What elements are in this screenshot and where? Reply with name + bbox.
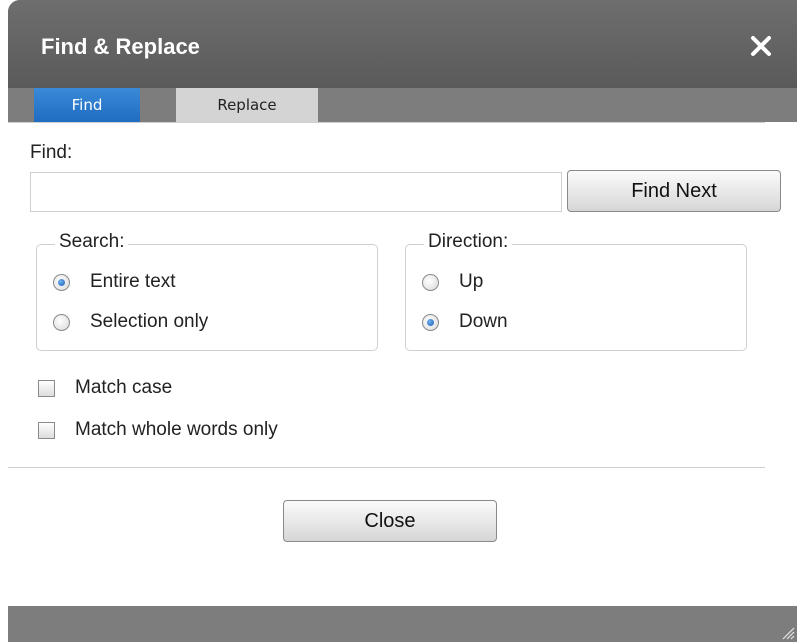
radio-label: Down (459, 311, 508, 332)
dialog-titlebar[interactable]: Find & Replace (8, 0, 797, 88)
radio-selection-only[interactable]: Selection only (53, 308, 208, 336)
radio-button[interactable] (53, 313, 70, 331)
radio-label: Selection only (90, 311, 209, 332)
tab-find[interactable]: Find (34, 88, 140, 122)
radio-down[interactable]: Down (422, 308, 508, 336)
checkbox[interactable] (38, 421, 55, 439)
find-panel: Find: Find Next Search: Entire text Sele… (8, 122, 797, 606)
footer-divider (8, 467, 765, 468)
radio-button[interactable] (422, 273, 439, 291)
radio-up[interactable]: Up (422, 268, 483, 296)
direction-group: Direction: Up Down (405, 231, 747, 351)
close-icon[interactable] (747, 32, 775, 60)
match-case-checkbox[interactable]: Match case (38, 374, 172, 402)
find-next-button[interactable]: Find Next (567, 170, 781, 212)
close-button[interactable]: Close (283, 500, 497, 542)
checkbox[interactable] (38, 379, 55, 397)
find-replace-dialog: Find & Replace Find Replace Find: Find N… (8, 0, 797, 642)
tab-divider (8, 122, 765, 123)
dialog-title: Find & Replace (41, 34, 200, 59)
resize-grip-icon[interactable] (781, 626, 795, 640)
checkbox-label: Match case (75, 377, 173, 398)
find-label: Find: (30, 142, 73, 163)
radio-label: Entire text (90, 271, 176, 292)
find-input[interactable] (30, 172, 562, 212)
direction-legend: Direction: (424, 231, 513, 253)
match-whole-words-checkbox[interactable]: Match whole words only (38, 416, 278, 444)
radio-button[interactable] (53, 273, 70, 291)
search-group: Search: Entire text Selection only (36, 231, 378, 351)
radio-button[interactable] (422, 313, 439, 331)
search-legend: Search: (55, 231, 129, 253)
checkbox-label: Match whole words only (75, 419, 278, 440)
radio-label: Up (459, 271, 484, 292)
tab-replace[interactable]: Replace (176, 88, 318, 122)
radio-entire-text[interactable]: Entire text (53, 268, 176, 296)
